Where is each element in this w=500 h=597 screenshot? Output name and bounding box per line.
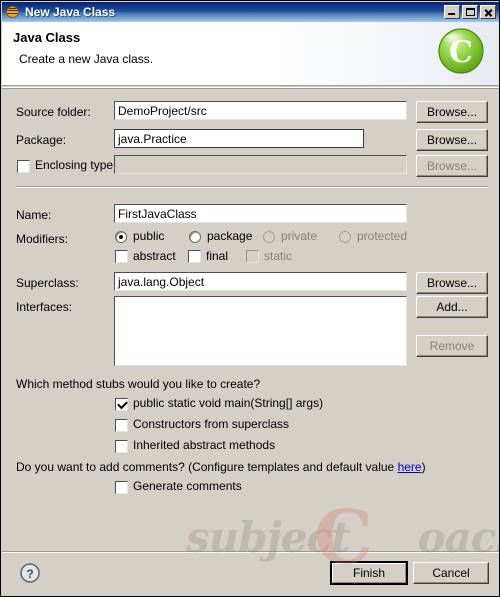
package-browse-button[interactable]: Browse...: [416, 129, 488, 151]
enclosing-type-label: Enclosing type:: [35, 158, 117, 172]
finish-button-label: Finish: [332, 563, 406, 583]
interfaces-list[interactable]: [114, 296, 407, 366]
modifier-radio-private: [263, 231, 275, 243]
modifier-label-private: private: [281, 229, 318, 243]
modifier-label-protected: protected: [357, 229, 408, 243]
configure-templates-link[interactable]: here: [398, 460, 422, 474]
modifier-checkbox-abstract[interactable]: [115, 250, 128, 263]
new-java-class-dialog: New Java Class Java Class Create a new J…: [0, 0, 500, 597]
stub-label-inherited: Inherited abstract methods: [133, 438, 276, 452]
modifier-label-static: static: [264, 249, 293, 263]
generate-comments-label: Generate comments: [133, 479, 242, 493]
modifier-checkbox-final[interactable]: [188, 250, 201, 263]
source-folder-label: Source folder:: [16, 105, 91, 119]
generate-comments-checkbox[interactable]: [115, 481, 128, 494]
page-subtitle: Create a new Java class.: [19, 52, 154, 66]
modifier-radio-protected: [339, 231, 351, 243]
name-input[interactable]: FirstJavaClass: [114, 204, 407, 223]
modifier-radio-package[interactable]: [189, 231, 201, 243]
interfaces-remove-button: Remove: [416, 335, 488, 357]
java-wizard-icon: [5, 4, 21, 20]
stub-label-constructors: Constructors from superclass: [133, 417, 290, 431]
enclosing-type-browse-button: Browse...: [416, 155, 488, 177]
modifier-radio-public[interactable]: [115, 231, 127, 243]
help-icon[interactable]: ?: [19, 562, 41, 584]
green-c-class-icon: C: [436, 26, 486, 76]
comments-question-suffix: ): [421, 460, 426, 474]
modifier-label-package: package: [207, 229, 253, 243]
title-bar-left: New Java Class: [2, 4, 444, 20]
method-stubs-question: Which method stubs would you like to cre…: [16, 377, 261, 391]
dialog-footer: ? Finish Cancel: [2, 551, 499, 596]
modifier-label-final: final: [206, 249, 229, 263]
comments-question-prefix: Do you want to add comments? (Configure …: [16, 460, 398, 474]
package-input[interactable]: java.Practice: [114, 129, 364, 148]
dialog-content: Source folder: DemoProject/src Browse...…: [2, 89, 499, 551]
page-title: Java Class: [13, 30, 81, 45]
enclosing-type-input: [114, 155, 407, 174]
stub-label-main: public static void main(String[] args): [133, 396, 324, 410]
finish-button[interactable]: Finish: [330, 561, 408, 585]
modifier-label-public: public: [133, 229, 165, 243]
footer-separator: [2, 551, 499, 553]
comments-question: Do you want to add comments? (Configure …: [16, 460, 426, 474]
svg-text:C: C: [449, 35, 473, 70]
modifier-label-abstract: abstract: [133, 249, 176, 263]
source-folder-input[interactable]: DemoProject/src: [114, 101, 407, 120]
svg-text:?: ?: [26, 567, 33, 581]
superclass-input[interactable]: java.lang.Object: [114, 272, 407, 291]
stub-checkbox-inherited[interactable]: [115, 440, 128, 453]
wizard-header: Java Class Create a new Java class. C: [2, 22, 499, 86]
cancel-button[interactable]: Cancel: [413, 562, 489, 584]
enclosing-type-checkbox[interactable]: [17, 160, 30, 173]
superclass-label: Superclass:: [16, 276, 79, 290]
window-controls: [444, 5, 499, 19]
minimize-button[interactable]: [444, 5, 460, 19]
modifier-checkbox-static: [246, 250, 259, 263]
package-label: Package:: [16, 133, 67, 147]
maximize-button[interactable]: [462, 5, 478, 19]
section-separator-1: [16, 186, 488, 188]
window-title: New Java Class: [25, 5, 116, 19]
stub-checkbox-constructors[interactable]: [115, 419, 128, 432]
modifiers-label: Modifiers:: [16, 232, 69, 246]
interfaces-label: Interfaces:: [16, 300, 73, 314]
source-folder-browse-button[interactable]: Browse...: [416, 101, 488, 123]
title-bar: New Java Class: [2, 2, 499, 22]
interfaces-add-button[interactable]: Add...: [416, 296, 488, 318]
stub-checkbox-main[interactable]: [115, 398, 128, 411]
superclass-browse-button[interactable]: Browse...: [416, 272, 488, 294]
name-label: Name:: [16, 208, 52, 222]
close-button[interactable]: [480, 5, 496, 19]
